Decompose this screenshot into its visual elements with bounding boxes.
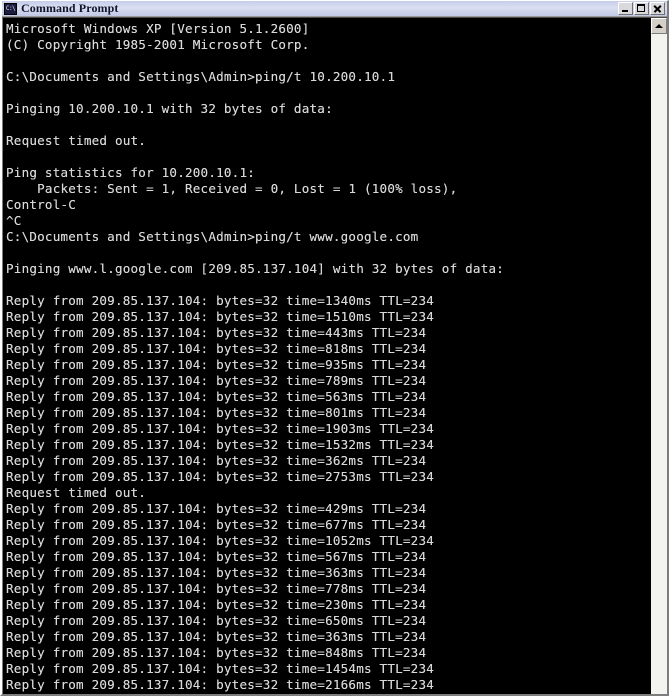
minimize-button[interactable] [618, 2, 633, 15]
vertical-scrollbar[interactable] [650, 18, 667, 694]
window-controls [618, 2, 665, 15]
close-button[interactable] [650, 2, 665, 15]
scroll-up-button[interactable] [651, 18, 667, 34]
scrollbar-track[interactable] [651, 34, 667, 694]
command-prompt-window[interactable]: C:\ Command Prompt Microsoft Windows XP … [0, 0, 669, 696]
console-output-area[interactable]: Microsoft Windows XP [Version 5.1.2600] … [3, 18, 650, 694]
chevron-up-icon [655, 24, 663, 28]
window-title: Command Prompt [21, 2, 119, 15]
client-area: Microsoft Windows XP [Version 5.1.2600] … [2, 17, 667, 694]
maximize-button[interactable] [634, 2, 649, 15]
title-bar[interactable]: C:\ Command Prompt [2, 1, 667, 17]
command-prompt-icon: C:\ [4, 2, 17, 15]
console-text: Microsoft Windows XP [Version 5.1.2600] … [6, 21, 505, 694]
